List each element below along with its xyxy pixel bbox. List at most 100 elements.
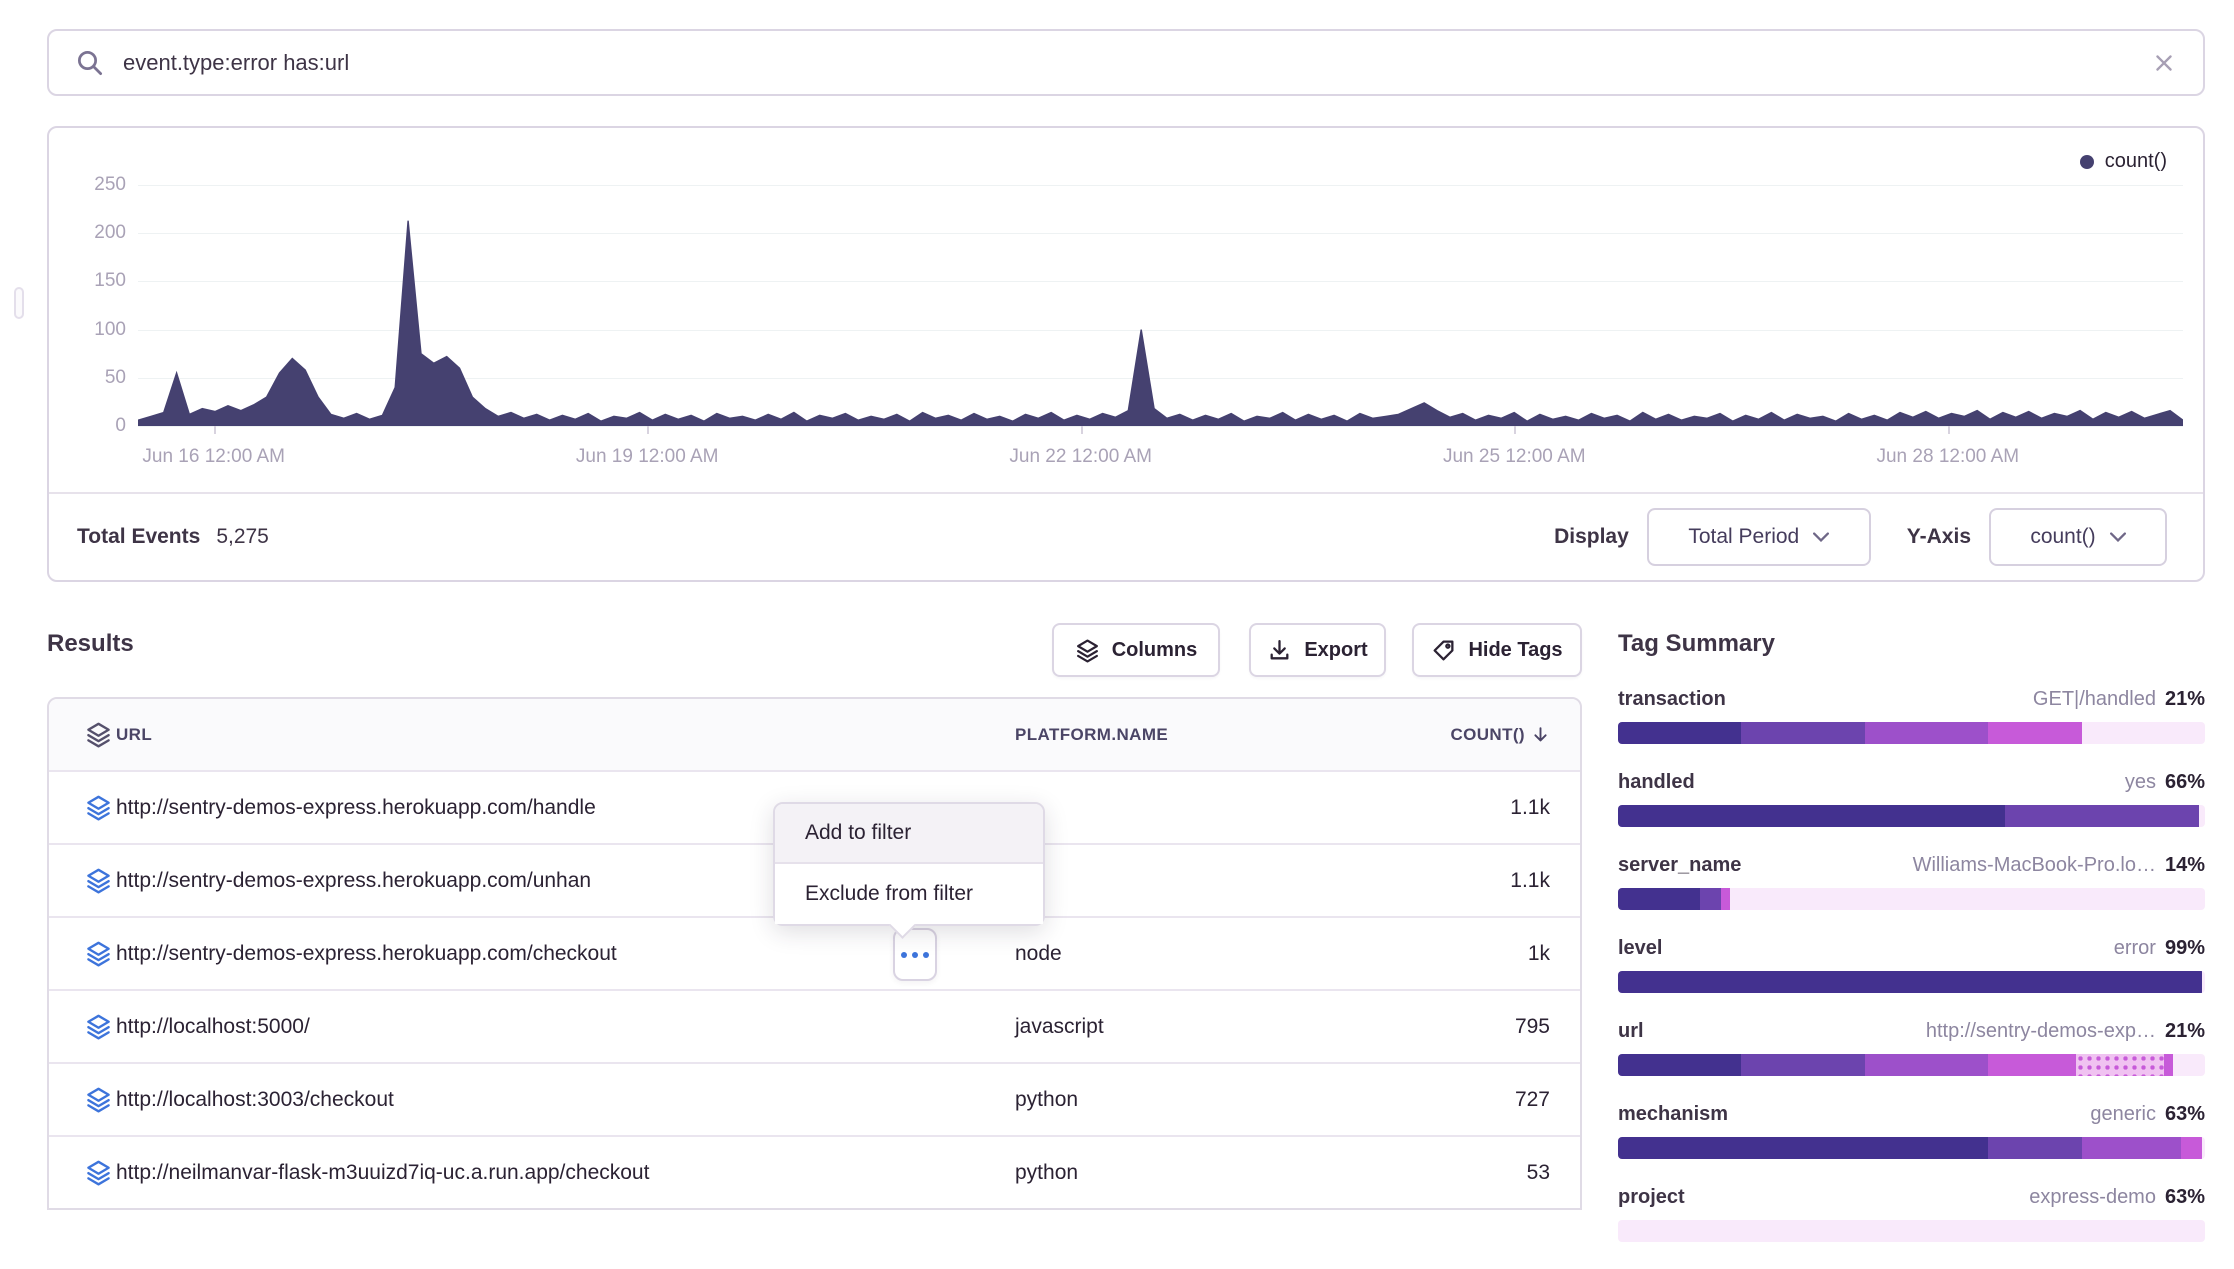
tag-row: server_name Williams-MacBook-Pro.lo… 14% [1618, 854, 2205, 910]
tag-distribution-bar[interactable] [1618, 1054, 2205, 1076]
yaxis-select[interactable]: count() [1989, 508, 2167, 566]
tag-row: handled yes 66% [1618, 771, 2205, 827]
tag-bar-segment [1618, 888, 1700, 910]
tag-bar-segment [1618, 971, 2202, 993]
tag-distribution-bar[interactable] [1618, 805, 2205, 827]
column-header-platform[interactable]: PLATFORM.NAME [1015, 725, 1335, 745]
tag-bar-segment [2164, 1054, 2173, 1076]
y-tick-label: 200 [66, 222, 126, 244]
column-header-count[interactable]: COUNT() [1335, 725, 1580, 745]
tag-distribution-bar[interactable] [1618, 971, 2205, 993]
menu-item-exclude-from-filter[interactable]: Exclude from filter [775, 864, 1043, 924]
url-cell[interactable]: http://neilmanvar-flask-m3uuizd7iq-uc.a.… [113, 1161, 1015, 1185]
export-button[interactable]: Export [1249, 623, 1386, 677]
platform-cell[interactable]: javascript [1015, 1015, 1335, 1039]
tag-top-value: yes [2125, 771, 2156, 794]
tag-top-value: GET|/handled [2033, 688, 2156, 711]
tag-bar-segment [2076, 1054, 2164, 1076]
x-tick-label: Jun 28 12:00 AM [1876, 446, 2019, 468]
display-select[interactable]: Total Period [1647, 508, 1871, 566]
tag-percentage: 63% [2165, 1186, 2205, 1209]
chevron-down-icon [1813, 532, 1829, 542]
tag-bar-segment [1865, 1054, 1988, 1076]
table-row[interactable]: http://localhost:5000/ javascript 795 [49, 989, 1580, 1062]
table-row[interactable]: http://sentry-demos-express.herokuapp.co… [49, 916, 1580, 989]
stack-icon [1075, 638, 1100, 663]
tag-top-value: express-demo [2029, 1186, 2156, 1209]
event-area-chart[interactable] [138, 185, 2183, 426]
columns-button[interactable]: Columns [1052, 623, 1220, 677]
tag-bar-segment [2181, 1137, 2202, 1159]
table-row[interactable]: http://neilmanvar-flask-m3uuizd7iq-uc.a.… [49, 1135, 1580, 1208]
tag-bar-segment [1865, 722, 1988, 744]
url-cell[interactable]: http://localhost:3003/checkout [113, 1088, 1015, 1112]
total-events-value: 5,275 [216, 525, 269, 549]
tag-row: mechanism generic 63% [1618, 1103, 2205, 1159]
tag-top-value: error [2114, 937, 2156, 960]
results-heading: Results [47, 630, 134, 658]
tag-name: url [1618, 1020, 1644, 1043]
y-tick-label: 150 [66, 270, 126, 292]
tag-bar-segment [1988, 722, 2082, 744]
count-cell[interactable]: 727 [1335, 1088, 1580, 1112]
count-cell[interactable]: 1.1k [1335, 796, 1580, 820]
tag-percentage: 21% [2165, 1020, 2205, 1043]
url-cell[interactable]: http://localhost:5000/ [113, 1015, 1015, 1039]
tag-bar-segment [1988, 1054, 2076, 1076]
tag-percentage: 14% [2165, 854, 2205, 877]
tag-bar-segment [1988, 1137, 2082, 1159]
x-tick-label: Jun 19 12:00 AM [576, 446, 719, 468]
tag-distribution-bar[interactable] [1618, 1137, 2205, 1159]
count-cell[interactable]: 53 [1335, 1161, 1580, 1185]
tag-percentage: 63% [2165, 1103, 2205, 1126]
tag-row: transaction GET|/handled 21% [1618, 688, 2205, 744]
chart-legend[interactable]: count() [2080, 150, 2167, 173]
stack-icon [49, 1086, 113, 1113]
search-bar[interactable]: event.type:error has:url [47, 29, 2205, 96]
platform-cell[interactable]: python [1015, 1088, 1335, 1112]
tag-name: project [1618, 1186, 1685, 1209]
total-events-label: Total Events [77, 525, 200, 549]
search-input[interactable]: event.type:error has:url [123, 50, 2151, 76]
sidebar-drag-handle[interactable] [14, 287, 24, 319]
table-header-row: URL PLATFORM.NAME COUNT() [49, 699, 1580, 770]
count-cell[interactable]: 795 [1335, 1015, 1580, 1039]
y-tick-label: 50 [66, 367, 126, 389]
count-cell[interactable]: 1.1k [1335, 869, 1580, 893]
x-tick-label: Jun 16 12:00 AM [142, 446, 285, 468]
tag-top-value: generic [2090, 1103, 2156, 1126]
tag-distribution-bar[interactable] [1618, 888, 2205, 910]
column-header-url[interactable]: URL [113, 725, 1015, 745]
table-row[interactable]: http://localhost:3003/checkout python 72… [49, 1062, 1580, 1135]
x-tick-label: Jun 25 12:00 AM [1443, 446, 1586, 468]
clear-search-icon[interactable] [2151, 50, 2177, 76]
columns-button-label: Columns [1112, 639, 1198, 662]
y-tick-label: 100 [66, 319, 126, 341]
legend-series-dot [2080, 155, 2094, 169]
url-cell[interactable]: http://sentry-demos-express.herokuapp.co… [113, 942, 1015, 966]
x-tick-mark [1514, 426, 1516, 434]
hide-tags-button[interactable]: Hide Tags [1412, 623, 1582, 677]
stack-icon [49, 940, 113, 967]
yaxis-select-value: count() [2030, 525, 2095, 549]
yaxis-label: Y-Axis [1907, 525, 1971, 549]
count-cell[interactable]: 1k [1335, 942, 1580, 966]
tag-row: url http://sentry-demos-exp… 21% [1618, 1020, 2205, 1076]
hide-tags-button-label: Hide Tags [1468, 639, 1562, 662]
tag-distribution-bar[interactable] [1618, 722, 2205, 744]
y-tick-label: 250 [66, 174, 126, 196]
sort-desc-icon [1531, 725, 1550, 744]
tag-distribution-bar[interactable] [1618, 1220, 2205, 1242]
tag-name: server_name [1618, 854, 1741, 877]
x-tick-label: Jun 22 12:00 AM [1009, 446, 1152, 468]
tag-row: project express-demo 63% [1618, 1186, 2205, 1242]
tag-bar-segment [1741, 722, 1864, 744]
ellipsis-icon [901, 952, 907, 958]
platform-cell[interactable]: node [1015, 942, 1335, 966]
gridline [138, 426, 2183, 427]
platform-cell[interactable]: python [1015, 1161, 1335, 1185]
search-icon [75, 48, 105, 78]
tag-row: level error 99% [1618, 937, 2205, 993]
tag-top-value: http://sentry-demos-exp… [1926, 1020, 2156, 1043]
menu-item-add-to-filter[interactable]: Add to filter [775, 804, 1043, 864]
